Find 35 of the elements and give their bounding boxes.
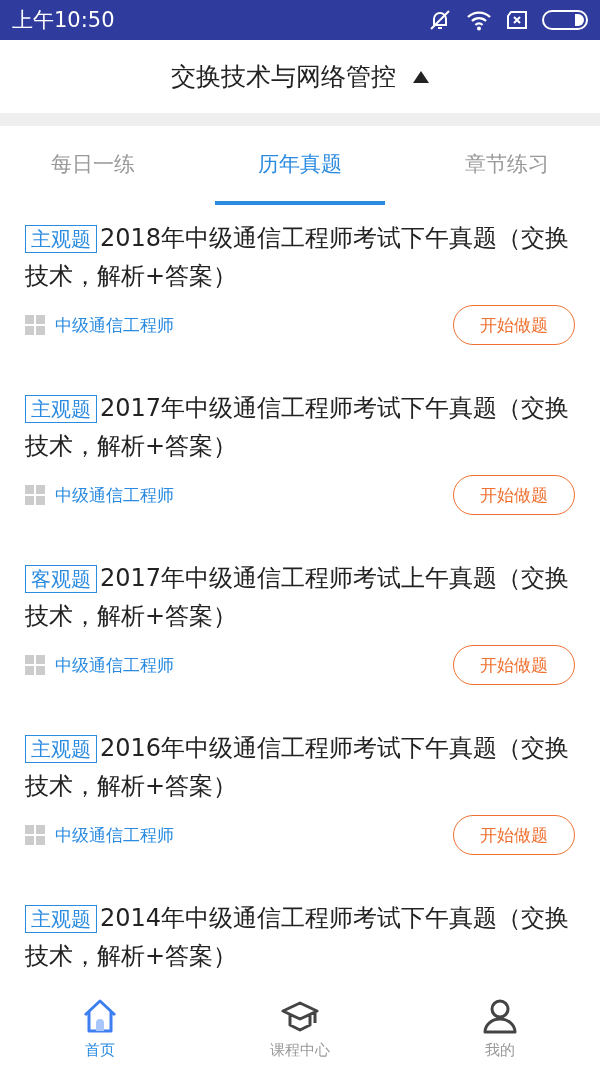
- paper-title[interactable]: 主观题 2017年中级通信工程师考试下午真题（交换技术，解析+答案）: [25, 389, 575, 465]
- grid-icon: [25, 485, 45, 505]
- paper-title[interactable]: 客观题 2017年中级通信工程师考试上午真题（交换技术，解析+答案）: [25, 559, 575, 635]
- type-tag: 客观题: [25, 565, 97, 593]
- battery-icon: [542, 10, 588, 30]
- category-label[interactable]: 中级通信工程师: [55, 823, 174, 847]
- category-label[interactable]: 中级通信工程师: [55, 653, 174, 677]
- category-label[interactable]: 中级通信工程师: [55, 313, 174, 337]
- grid-icon: [25, 655, 45, 675]
- nav-item[interactable]: 首页: [0, 989, 200, 1067]
- paper-title[interactable]: 主观题 2014年中级通信工程师考试下午真题（交换技术，解析+答案）: [25, 899, 575, 975]
- wifi-icon: [466, 9, 492, 31]
- grid-icon: [25, 825, 45, 845]
- tab[interactable]: 章节练习: [421, 126, 592, 205]
- nav-item[interactable]: 我的: [400, 989, 600, 1067]
- nav-item[interactable]: 课程中心: [200, 989, 400, 1067]
- header-title[interactable]: 交换技术与网络管控: [170, 60, 396, 93]
- paper-title[interactable]: 主观题 2016年中级通信工程师考试下午真题（交换技术，解析+答案）: [25, 729, 575, 805]
- caret-up-icon[interactable]: [411, 69, 430, 84]
- category-label[interactable]: 中级通信工程师: [55, 483, 174, 507]
- type-tag: 主观题: [25, 225, 97, 253]
- type-tag: 主观题: [25, 905, 97, 933]
- type-tag: 主观题: [25, 735, 97, 763]
- start-button[interactable]: 开始做题: [453, 815, 575, 855]
- no-sim-icon: [506, 10, 528, 30]
- status-time: 上午10:50: [12, 7, 115, 34]
- mute-bell-icon: [428, 8, 452, 32]
- tab[interactable]: 历年真题: [214, 126, 386, 205]
- start-button[interactable]: 开始做题: [453, 645, 575, 685]
- grid-icon: [25, 315, 45, 335]
- start-button[interactable]: 开始做题: [453, 305, 575, 345]
- tab[interactable]: 每日一练: [8, 126, 179, 205]
- start-button[interactable]: 开始做题: [453, 475, 575, 515]
- paper-title[interactable]: 主观题 2018年中级通信工程师考试下午真题（交换技术，解析+答案）: [25, 219, 575, 295]
- type-tag: 主观题: [25, 395, 97, 423]
